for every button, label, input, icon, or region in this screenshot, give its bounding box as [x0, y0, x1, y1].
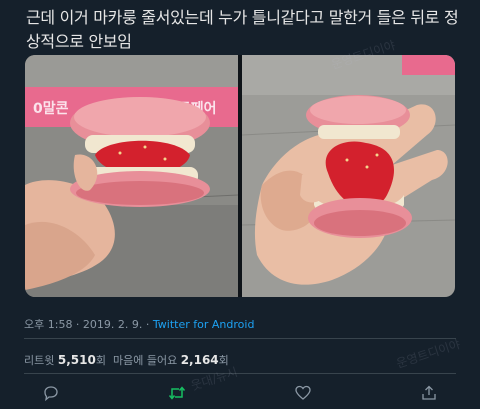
- divider-top: [24, 338, 456, 339]
- retweets-count[interactable]: 5,510: [58, 353, 96, 367]
- divider-bottom: [24, 373, 456, 374]
- tweet-meta: 오후 1:58 · 2019. 2. 9. · Twitter for Andr…: [24, 316, 254, 332]
- like-button[interactable]: [292, 383, 314, 403]
- retweet-button[interactable]: [166, 383, 188, 403]
- photo-right[interactable]: [242, 55, 455, 297]
- tweet-media[interactable]: 0말콘 저트페어: [25, 55, 455, 297]
- retweets-label: 리트윗: [24, 354, 55, 367]
- tweet-time: 오후 1:58 · 2019. 2. 9. ·: [24, 318, 153, 331]
- tweet-stats: 리트윗 5,510회 마음에 들어요 2,164회: [24, 352, 229, 368]
- share-button[interactable]: [418, 383, 440, 403]
- like-icon: [295, 385, 311, 400]
- likes-label: 마음에 들어요: [112, 354, 178, 367]
- reply-icon: [44, 386, 58, 401]
- tweet-source-link[interactable]: Twitter for Android: [153, 318, 255, 331]
- sign-text-left-1: 0말콘: [33, 101, 69, 117]
- watermark-2: 운영트디이야: [394, 337, 462, 371]
- tweet-actions: [40, 383, 440, 403]
- retweet-icon: [168, 386, 186, 400]
- tweet-text: 근데 이거 마카룽 줄서있는데 누가 틀니같다고 말한거 들은 뒤로 정상적으로…: [26, 8, 459, 51]
- share-icon: [422, 385, 436, 400]
- photo-left[interactable]: 0말콘 저트페어: [25, 55, 238, 297]
- retweets-unit: 회: [95, 354, 106, 367]
- macaron-photo-right: [242, 55, 455, 297]
- likes-count[interactable]: 2,164: [181, 353, 219, 367]
- macaron-photo-left: 0말콘 저트페어: [25, 55, 238, 297]
- reply-button[interactable]: [40, 383, 62, 403]
